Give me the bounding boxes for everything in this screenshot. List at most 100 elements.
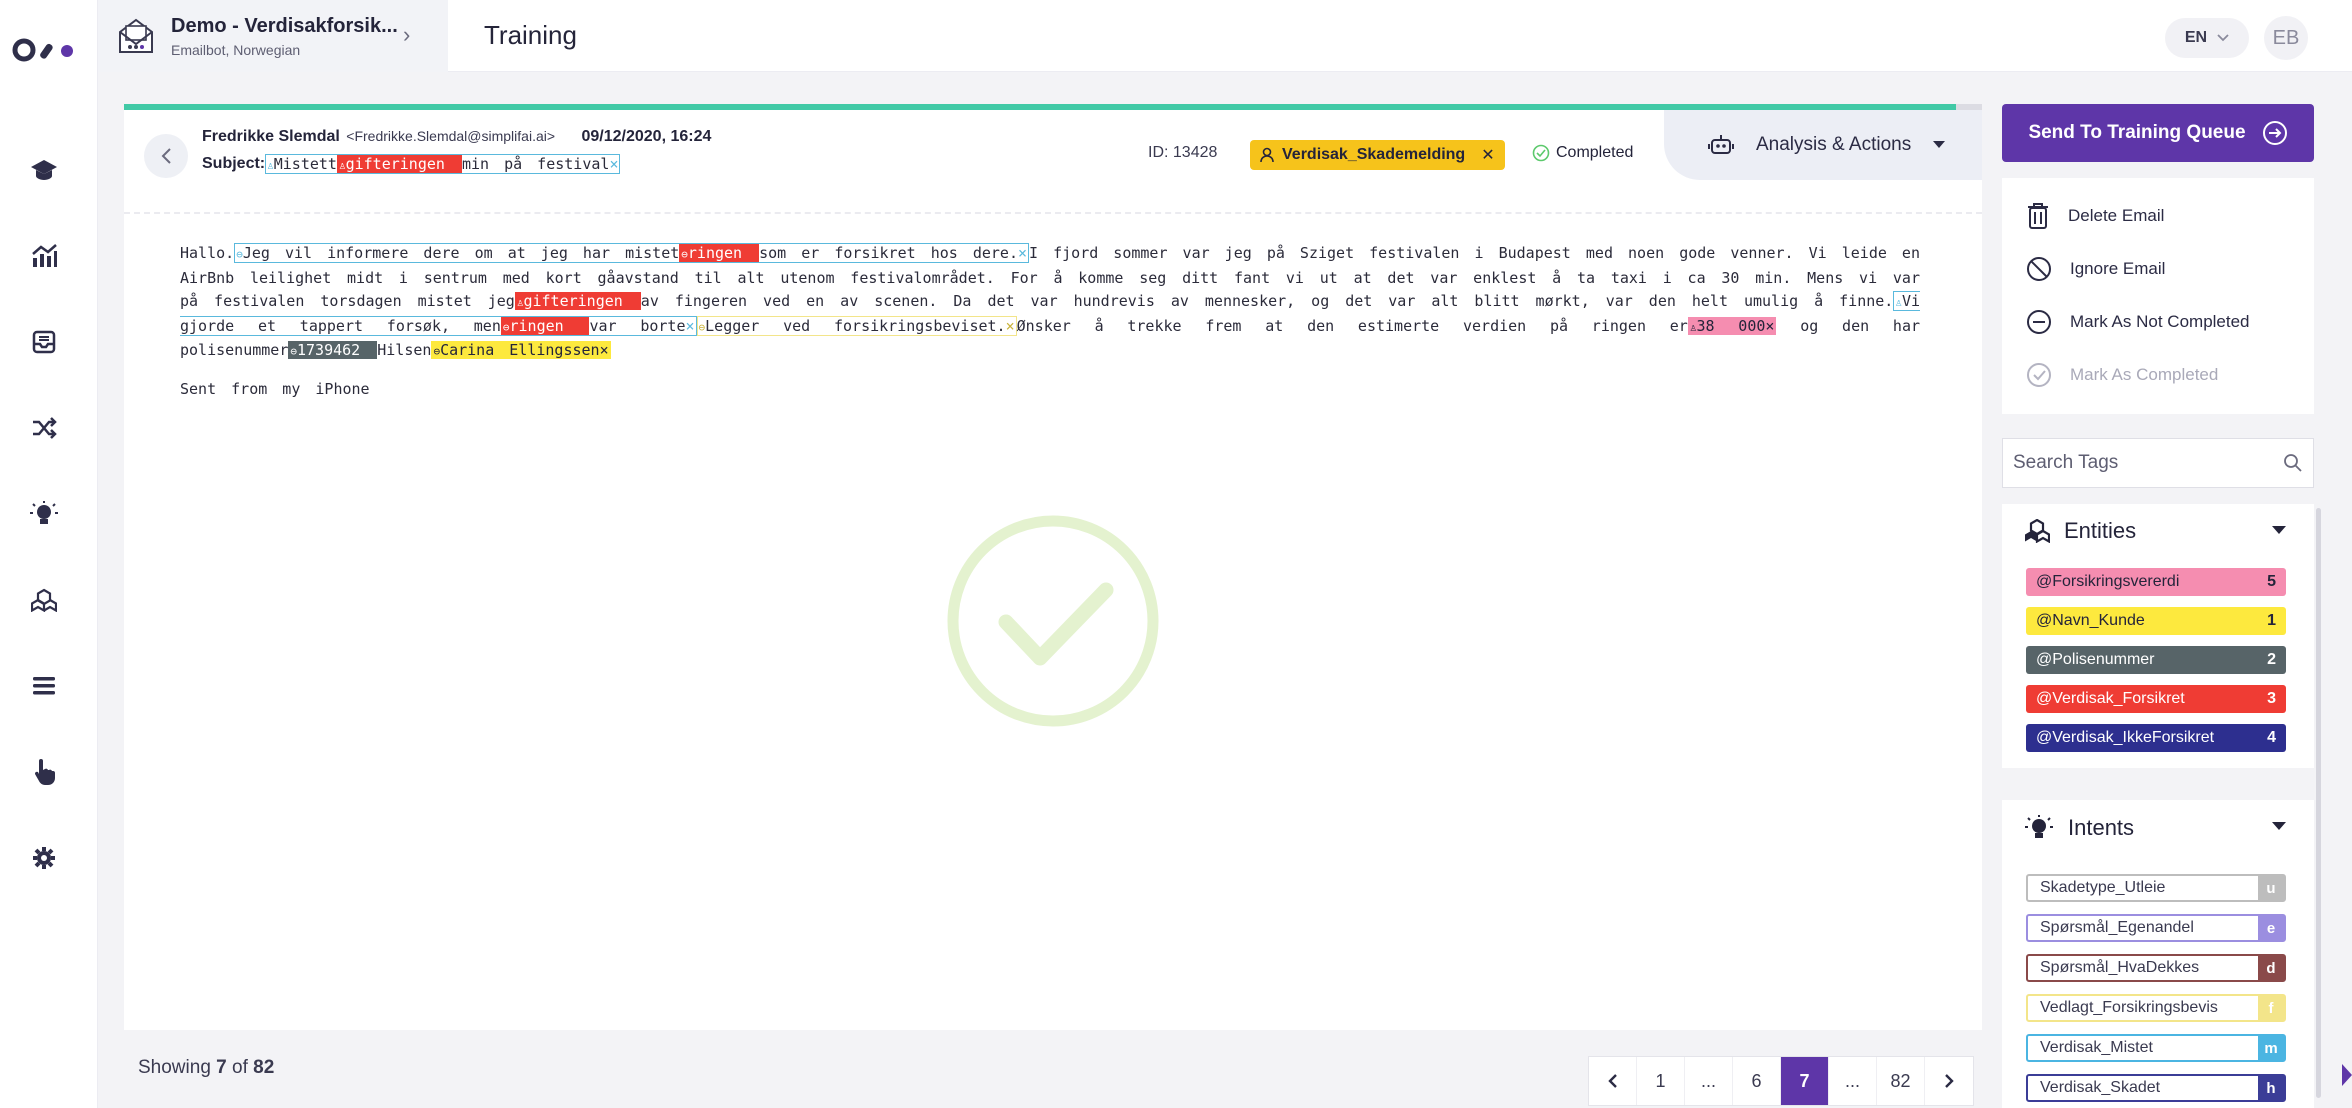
showing-total: 82 [253, 1057, 275, 1078]
panel-scrollbar[interactable] [2316, 508, 2321, 1098]
expand-arrow-icon[interactable] [2342, 1064, 2352, 1086]
entity-tag-verdisak-forsikret[interactable]: ♙gifteringen [514, 292, 641, 310]
entity-item[interactable]: @Forsikringsvererdi 5 [2026, 568, 2286, 596]
chevron-right-icon [1945, 1074, 1954, 1088]
showing-count: Showing 7 of 82 [138, 1057, 274, 1079]
lightbulb-icon[interactable] [26, 496, 62, 532]
entity-item[interactable]: @Verdisak_Forsikret 3 [2026, 685, 2286, 713]
entities-icon[interactable] [26, 582, 62, 618]
entity-name: @Verdisak_Forsikret [2036, 690, 2185, 707]
analytics-icon[interactable] [26, 238, 62, 274]
ignore-email-button[interactable]: Ignore Email [2026, 253, 2165, 285]
intent-item[interactable]: Spørsmål_Egenandel e [2026, 914, 2286, 942]
search-tags-field [2002, 438, 2314, 488]
search-icon[interactable] [2283, 453, 2303, 473]
caret-down-icon[interactable] [2272, 822, 2286, 831]
intent-name: Verdisak_Skadet [2040, 1079, 2161, 1096]
page-ellipsis: ... [1685, 1057, 1733, 1105]
remove-tag-icon[interactable]: × [600, 341, 609, 359]
email-id: ID: 13428 [1148, 144, 1218, 161]
entity-tag-navn-kunde[interactable]: ⊖Carina Ellingssen× [431, 341, 611, 359]
page-button[interactable]: 6 [1733, 1057, 1781, 1105]
subject-sentence-intent[interactable]: ♙Mistett ♙gifteringen min på festival× [265, 154, 621, 174]
project-selector[interactable]: Demo - Verdisakforsik... Emailbot, Norwe… [98, 0, 448, 72]
email-card: Fredrikke Slemdal <Fredrikke.Slemdal@sim… [124, 104, 1982, 1030]
intent-item[interactable]: Verdisak_Mistet m [2026, 1034, 2286, 1062]
remove-tag-icon[interactable]: × [609, 155, 618, 173]
entity-marker-icon: ⊖ [681, 248, 688, 261]
intent-item[interactable]: Spørsmål_HvaDekkes d [2026, 954, 2286, 982]
mark-completed-button[interactable]: Mark As Completed [2026, 359, 2218, 391]
shuffle-icon[interactable] [26, 410, 62, 446]
inbox-icon[interactable] [26, 324, 62, 360]
remove-tag-icon[interactable]: × [686, 317, 695, 335]
entity-tag-text: gifteringen [523, 292, 623, 310]
back-button[interactable] [144, 134, 188, 178]
entity-count: 3 [2267, 690, 2276, 707]
avatar[interactable]: EB [2264, 16, 2308, 60]
entity-item[interactable]: @Navn_Kunde 1 [2026, 607, 2286, 635]
showing-prefix: Showing [138, 1057, 217, 1078]
entity-tag-forsikringsverdi[interactable]: ♙38 000× [1687, 316, 1777, 335]
entity-tag-verdisak-forsikret[interactable]: ⊖ringen [679, 244, 760, 262]
send-button-label: Send To Training Queue [2028, 122, 2246, 143]
chevron-left-icon [1607, 1074, 1617, 1088]
intent-badge[interactable]: Verdisak_Skademelding ✕ [1250, 140, 1505, 170]
sender-name: Fredrikke Slemdal [202, 128, 340, 145]
graduation-cap-icon[interactable] [26, 152, 62, 188]
entity-tag-verdisak-forsikret[interactable]: ⊖ringen [500, 316, 590, 335]
entities-panel: Entities @Forsikringsvererdi 5 @Navn_Kund… [2002, 504, 2314, 768]
entities-title: Entities [2064, 518, 2137, 543]
intent-item[interactable]: Verdisak_Skadet h [2026, 1074, 2286, 1102]
intents-header[interactable]: Intents [2024, 814, 2134, 842]
body-text: Hallo. [180, 244, 235, 262]
subject-text: min på festival [461, 155, 610, 173]
send-to-training-queue-button[interactable]: Send To Training Queue [2002, 104, 2314, 162]
analysis-actions-toggle[interactable]: Analysis & Actions [1664, 110, 1982, 180]
page-button-active[interactable]: 7 [1781, 1057, 1829, 1105]
intent-badge-label: Verdisak_Skademelding [1282, 146, 1466, 163]
person-icon: ♙ [1895, 296, 1902, 309]
action-label: Mark As Completed [2070, 365, 2219, 384]
entity-marker-icon: ⊖ [290, 345, 297, 358]
remove-tag-icon[interactable]: × [1765, 317, 1774, 335]
entity-marker-icon: ⊖ [502, 320, 510, 334]
prev-page-button[interactable] [1589, 1057, 1637, 1105]
remove-tag-icon[interactable]: × [1006, 317, 1015, 335]
entity-item[interactable]: @Verdisak_IkkeForsikret 4 [2026, 724, 2286, 752]
settings-icon[interactable] [26, 840, 62, 876]
body-text: som er forsikret hos dere. [759, 244, 1018, 262]
pointer-hand-icon[interactable] [26, 754, 62, 790]
entity-tag-text: 1739462 [297, 341, 361, 359]
entity-tag-verdisak-forsikret[interactable]: ♙gifteringen [336, 155, 462, 173]
page-button[interactable]: 1 [1637, 1057, 1685, 1105]
caret-down-icon [1933, 141, 1946, 148]
intent-item[interactable]: Vedlagt_Forsikringsbevis f [2026, 994, 2286, 1022]
page-button[interactable]: 82 [1877, 1057, 1925, 1105]
language-selector[interactable]: EN [2165, 18, 2249, 58]
email-actions-panel: Delete Email Ignore Email Mark As Not Co… [2002, 178, 2314, 414]
page-title: Training [484, 20, 577, 50]
mark-not-completed-button[interactable]: Mark As Not Completed [2026, 306, 2250, 338]
ban-icon [2027, 257, 2051, 281]
showing-mid: of [226, 1057, 254, 1078]
entity-tag-polisenummer[interactable]: ⊖1739462 [288, 341, 378, 359]
remove-tag-icon[interactable]: × [1018, 244, 1027, 262]
project-subtitle: Emailbot, Norwegian [171, 42, 301, 58]
sentence-intent-forsikringsbevis[interactable]: ⊖Legger ved forsikringsbeviset.× [696, 315, 1017, 336]
close-icon[interactable]: ✕ [1481, 145, 1494, 165]
sender-line: Fredrikke Slemdal <Fredrikke.Slemdal@sim… [202, 128, 711, 146]
logo[interactable] [10, 30, 80, 70]
intent-item[interactable]: Skadetype_Utleie u [2026, 874, 2286, 902]
sentence-intent-mistet[interactable]: ⊖Jeg vil informere dere om at jeg har mi… [234, 243, 1030, 263]
caret-down-icon[interactable] [2272, 526, 2286, 535]
list-icon[interactable] [26, 668, 62, 704]
intent-shortcut-key: f [2258, 996, 2284, 1020]
entity-item[interactable]: @Polisenummer 2 [2026, 646, 2286, 674]
delete-email-button[interactable]: Delete Email [2026, 200, 2164, 232]
next-page-button[interactable] [1925, 1057, 1973, 1105]
search-tags-input[interactable] [2013, 452, 2283, 474]
chevron-right-icon: › [403, 22, 411, 47]
body-text: av fingeren ved en av scenen. Da det var… [640, 292, 1894, 310]
entities-header[interactable]: Entities [2024, 518, 2136, 544]
